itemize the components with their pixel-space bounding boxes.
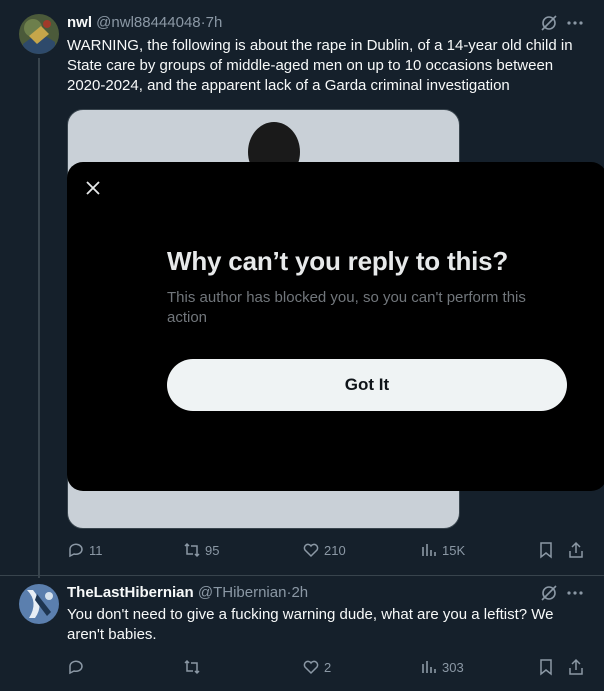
tweet[interactable]: TheLastHibernian @THibernian·2h You don'… <box>0 576 604 691</box>
like-button[interactable]: 2 <box>302 657 331 677</box>
retweet-count: 95 <box>205 542 220 558</box>
close-icon[interactable] <box>83 178 103 198</box>
heart-icon <box>303 543 319 558</box>
reply-icon <box>69 543 83 558</box>
tweet-header: nwl @nwl88444048·7h <box>67 14 222 31</box>
share-icon <box>569 541 583 558</box>
bookmark-icon <box>540 542 552 559</box>
grok-icon[interactable] <box>540 14 558 37</box>
blocked-reply-dialog: Why can’t you reply to this? This author… <box>67 162 604 491</box>
grok-icon[interactable] <box>540 584 558 607</box>
reply-icon <box>69 660 83 675</box>
tweet-text: WARNING, the following is about the rape… <box>67 37 573 94</box>
share-button[interactable] <box>567 540 585 560</box>
tweet-actions: 11 95 210 15K <box>67 540 587 560</box>
display-name[interactable]: nwl <box>67 14 92 31</box>
got-it-button[interactable]: Got It <box>167 359 567 411</box>
views-icon <box>422 544 436 556</box>
retweet-icon <box>184 542 200 558</box>
views-button[interactable]: 15K <box>420 540 465 560</box>
tweet-text: You don't need to give a fucking warning… <box>67 606 554 643</box>
tweet-header: TheLastHibernian @THibernian·2h <box>67 584 308 601</box>
bookmark-icon <box>540 659 552 676</box>
user-handle[interactable]: @THibernian <box>198 584 287 601</box>
share-icon <box>569 658 583 675</box>
share-button[interactable] <box>567 657 585 677</box>
timestamp[interactable]: 7h <box>206 14 223 31</box>
avatar[interactable] <box>19 584 59 624</box>
reply-count: 11 <box>89 542 103 558</box>
dialog-message: This author has blocked you, so you can'… <box>167 289 526 326</box>
more-icon[interactable] <box>566 584 584 607</box>
views-icon <box>422 661 436 673</box>
bookmark-button[interactable] <box>537 540 555 560</box>
heart-icon <box>303 660 319 675</box>
reply-button[interactable]: 11 <box>67 540 103 560</box>
user-handle[interactable]: @nwl88444048 <box>96 14 200 31</box>
display-name[interactable]: TheLastHibernian <box>67 584 194 601</box>
like-button[interactable]: 210 <box>302 540 346 560</box>
retweet-button[interactable]: 95 <box>183 540 219 560</box>
dialog-title: Why can’t you reply to this? <box>167 246 509 276</box>
retweet-button[interactable] <box>183 657 205 677</box>
view-count: 15K <box>442 542 466 558</box>
avatar[interactable] <box>19 14 59 54</box>
like-count: 210 <box>324 542 346 558</box>
view-count: 303 <box>442 659 464 675</box>
more-icon[interactable] <box>566 14 584 37</box>
retweet-icon <box>184 659 200 675</box>
tweet-actions: 2 303 <box>67 657 587 677</box>
like-count: 2 <box>324 659 332 675</box>
reply-button[interactable] <box>67 657 89 677</box>
views-button[interactable]: 303 <box>420 657 464 677</box>
thread-line <box>38 58 40 578</box>
bookmark-button[interactable] <box>537 657 555 677</box>
timestamp[interactable]: 2h <box>291 584 308 601</box>
